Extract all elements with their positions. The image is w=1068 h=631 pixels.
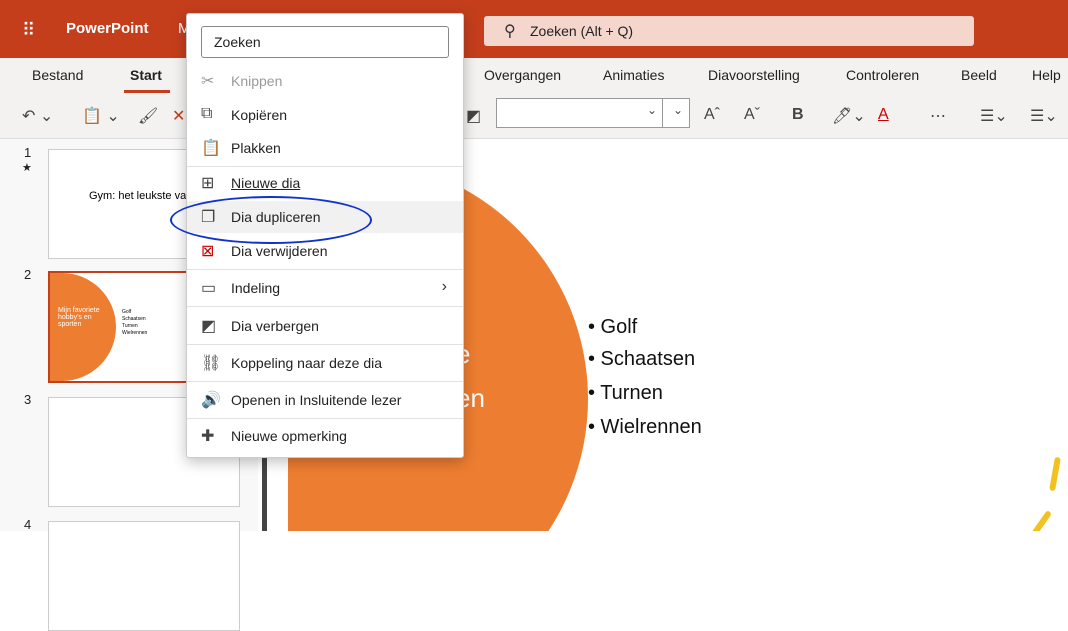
shape-icon[interactable]: ◩ [466, 106, 481, 126]
delete-slide-icon: ⊠ [201, 243, 215, 260]
immersive-reader-icon: 🔊 [201, 392, 221, 409]
scissors-icon: ✂ [201, 73, 215, 90]
increase-font-icon[interactable]: Aˆ [704, 106, 720, 124]
slide-number: 4 [24, 517, 32, 532]
title-bar: ⠿ PowerPoint M ⚲ Zoeken (Alt + Q) [0, 0, 1068, 58]
decrease-font-icon[interactable]: Aˇ [744, 106, 760, 124]
slide-number: 1 [24, 145, 32, 160]
app-launcher-icon[interactable]: ⠿ [22, 20, 35, 41]
font-name-dropdown[interactable]: ⌄ [496, 98, 664, 128]
menu-item-label: Openen in Insluitende lezer [231, 392, 402, 408]
more-icon[interactable]: ⋯ [930, 106, 946, 126]
menu-item-koppeling[interactable]: ⛓ Koppeling naar deze dia [187, 347, 463, 379]
chevron-down-icon: ⌄ [646, 103, 657, 117]
menu-item-insluitende-lezer[interactable]: 🔊 Openen in Insluitende lezer [187, 384, 463, 416]
thumbnail-bullet: Golf [122, 309, 132, 315]
yellow-ink-stroke [1049, 456, 1061, 492]
tab-bestand[interactable]: Bestand [32, 67, 83, 83]
menu-item-label: Kopiëren [231, 107, 288, 123]
slide-number: 3 [24, 392, 32, 407]
new-comment-icon: ✚ [201, 428, 215, 445]
chevron-right-icon: › [441, 278, 447, 295]
menu-separator [187, 344, 463, 345]
tab-help[interactable]: Help [1032, 67, 1061, 83]
slide-bullet[interactable]: • Schaatsen [588, 348, 695, 371]
tab-start[interactable]: Start [130, 67, 162, 83]
slide-thumbnail-4[interactable] [48, 521, 240, 631]
menu-item-nieuwe-dia[interactable]: ⊞ Nieuwe dia [187, 167, 463, 199]
menu-item-kopieren[interactable]: ⧉ Kopiëren [187, 99, 463, 131]
paste-icon[interactable]: 📋 ⌄ [82, 106, 120, 126]
menu-separator [187, 269, 463, 270]
search-text: Zoeken (Alt + Q) [530, 23, 634, 39]
menu-item-label: Koppeling naar deze dia [231, 355, 383, 371]
link-slide-icon: ⛓ [201, 355, 222, 372]
menu-item-nieuwe-opmerking[interactable]: ✚ Nieuwe opmerking [187, 420, 463, 452]
new-slide-icon: ⊞ [201, 175, 215, 192]
menu-item-indeling[interactable]: ▭ Indeling › [187, 272, 463, 304]
paste-icon: 📋 [201, 140, 221, 157]
slide-bullet[interactable]: • Golf [588, 316, 637, 339]
thumbnail-bullet: Turnen [122, 323, 138, 329]
font-size-dropdown[interactable]: ⌄ [662, 98, 690, 128]
app-name[interactable]: PowerPoint [66, 20, 149, 37]
menu-separator [187, 418, 463, 419]
undo-icon[interactable]: ↶ ⌄ [22, 106, 53, 126]
delete-icon[interactable]: ✕ [172, 106, 185, 126]
numbering-icon[interactable]: ☰⌄ [1030, 106, 1058, 126]
tab-animaties[interactable]: Animaties [603, 67, 664, 83]
ribbon: Bestand Start Overgangen Animaties Diavo… [0, 58, 1068, 139]
thumbnail-bullet: Wielrennen [122, 330, 148, 336]
annotation-circle [170, 196, 372, 244]
copy-icon: ⧉ [201, 105, 213, 122]
star-icon: ★ [22, 162, 32, 174]
menu-item-label: Nieuwe dia [231, 175, 301, 191]
tab-controleren[interactable]: Controleren [846, 67, 919, 83]
chevron-down-icon: ⌄ [672, 103, 683, 117]
menu-separator [187, 306, 463, 307]
menu-item-dia-verbergen[interactable]: ◩ Dia verbergen [187, 310, 463, 342]
bold-button[interactable]: B [792, 106, 804, 124]
active-tab-indicator [124, 90, 170, 93]
thumbnail-title: Gym: het leukste va [89, 190, 187, 202]
thumbnail-title: Mijn favoriete hobby's en sporten [58, 307, 100, 328]
format-painter-icon[interactable]: 🖌 [138, 106, 158, 126]
slide-bullet[interactable]: • Wielrennen [588, 416, 702, 439]
menu-item-label: Knippen [231, 73, 283, 89]
menu-item-label: Nieuwe opmerking [231, 428, 347, 444]
menu-item-label: Plakken [231, 140, 281, 156]
menu-search-placeholder: Zoeken [214, 34, 261, 50]
hide-slide-icon: ◩ [201, 318, 217, 335]
menu-item-label: Dia verbergen [231, 318, 319, 334]
layout-icon: ▭ [201, 280, 217, 297]
menu-item-plakken[interactable]: 📋 Plakken [187, 132, 463, 164]
tab-overgangen[interactable]: Overgangen [484, 67, 561, 83]
tab-beeld[interactable]: Beeld [961, 67, 997, 83]
font-color-icon[interactable]: A [878, 106, 889, 124]
menu-separator [187, 381, 463, 382]
menu-search-input[interactable]: Zoeken [201, 26, 449, 58]
tab-diavoorstelling[interactable]: Diavoorstelling [708, 67, 800, 83]
highlight-icon[interactable]: 🖊⌄ [832, 106, 866, 126]
yellow-ink-stroke [1029, 509, 1053, 531]
search-bar[interactable]: ⚲ Zoeken (Alt + Q) [484, 16, 974, 46]
menu-item-label: Indeling [231, 280, 281, 296]
bullets-icon[interactable]: ☰⌄ [980, 106, 1008, 126]
slide-number: 2 [24, 267, 32, 282]
menu-item-knippen[interactable]: ✂ Knippen [187, 65, 463, 97]
thumbnail-bullet: Schaatsen [122, 316, 146, 322]
menu-item-label: Dia verwijderen [231, 243, 328, 259]
search-icon: ⚲ [504, 23, 516, 40]
slide-bullet[interactable]: • Turnen [588, 382, 663, 405]
